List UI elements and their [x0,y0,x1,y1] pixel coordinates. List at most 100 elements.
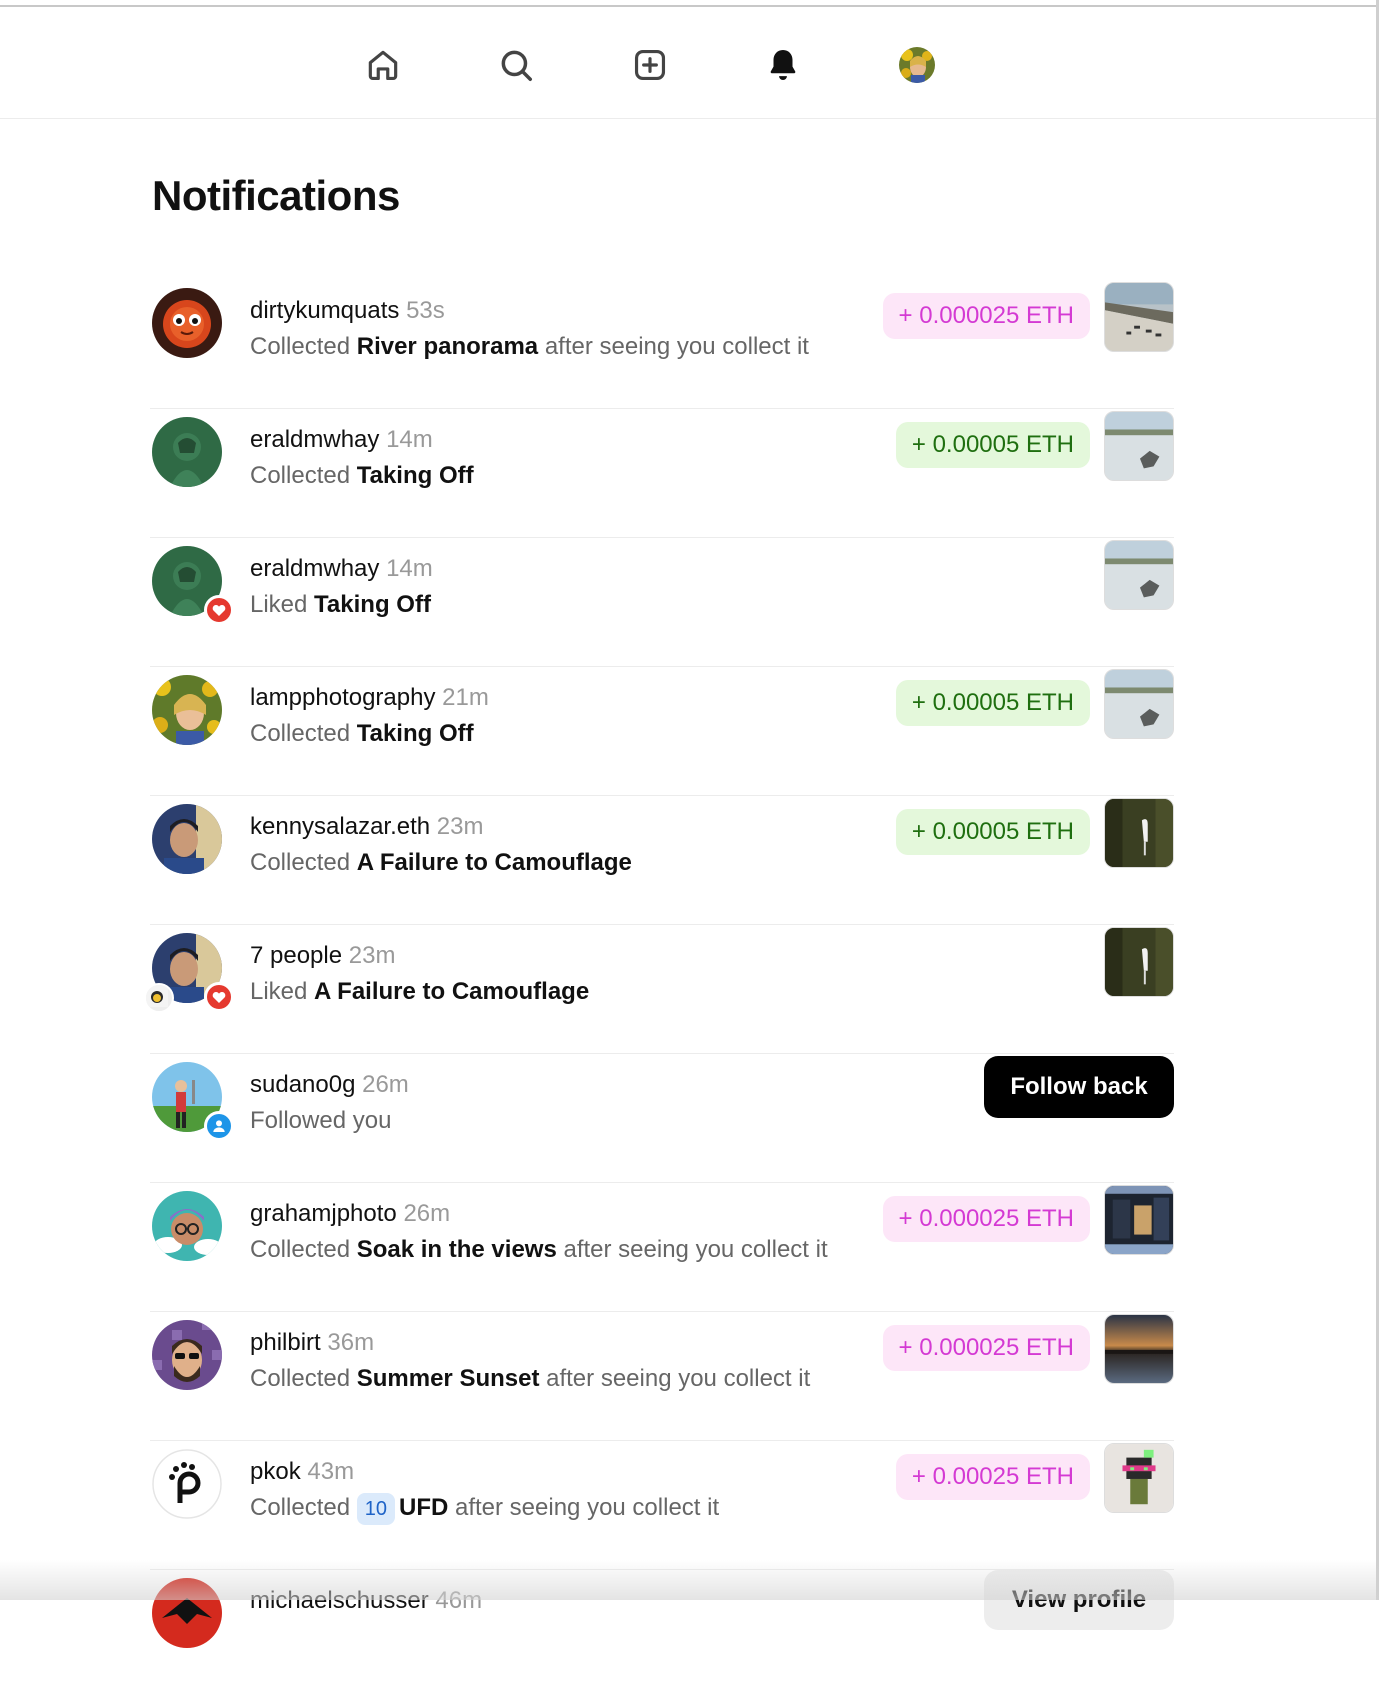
timestamp: 26m [403,1200,451,1227]
item-thumbnail[interactable] [1104,1185,1174,1255]
username[interactable]: philbirt [250,1329,321,1356]
username[interactable]: eraldmwhay [250,426,379,453]
like-badge [204,982,234,1012]
item-title[interactable]: Taking Off [357,720,474,747]
action-verb: Collected [250,1494,351,1521]
item-title[interactable]: Taking Off [357,462,474,489]
search-icon [501,50,532,81]
timestamp: 43m [307,1458,355,1485]
action-verb: Collected [250,1365,351,1392]
action-verb: Collected [250,333,351,360]
notification-row[interactable]: kennysalazar.eth 23m Collected A Failure… [150,796,1174,925]
notification-list: dirtykumquats 53s Collected River panora… [144,280,1174,1698]
username[interactable]: kennysalazar.eth [250,813,430,840]
username[interactable]: lampphotography [250,684,435,711]
follow-back-button[interactable]: Follow back [984,1056,1174,1118]
action-suffix: after seeing you collect it [454,1494,720,1521]
action-suffix: after seeing you collect it [546,1365,811,1392]
timestamp: 14m [386,426,433,453]
item-title[interactable]: River panorama [357,333,538,360]
item-thumbnail[interactable] [1104,669,1174,739]
notification-row[interactable]: eraldmwhay 14m Liked Taking Off [150,538,1174,667]
username[interactable]: 7 people [250,942,342,969]
eth-amount-badge: + 0.000025 ETH [882,1196,1090,1242]
item-title[interactable]: A Failure to Camouflage [357,849,632,876]
username[interactable]: eraldmwhay [250,555,379,582]
nav-profile[interactable] [895,43,939,87]
timestamp: 21m [442,684,489,711]
item-thumbnail[interactable] [1104,798,1174,868]
bell-icon [770,49,796,81]
username[interactable]: pkok [250,1458,301,1485]
username[interactable]: sudano0g [250,1071,355,1098]
heart-icon [212,605,226,616]
action-verb: Liked [250,591,308,618]
notification-row[interactable]: grahamjphoto 26m Collected Soak in the v… [150,1183,1174,1312]
nav-home[interactable] [361,43,405,87]
username[interactable]: grahamjphoto [250,1200,397,1227]
action-verb: Collected [250,1236,351,1263]
timestamp: 26m [362,1071,409,1098]
action-verb: Collected [250,849,351,876]
timestamp: 14m [386,555,433,582]
heart-icon [212,992,226,1003]
item-title[interactable]: UFD [399,1494,448,1521]
timestamp: 23m [348,942,396,969]
avatar[interactable] [152,417,222,487]
like-badge [204,595,234,625]
avatar[interactable] [152,1191,222,1261]
avatar [899,47,935,83]
action-suffix: after seeing you collect it [563,1236,828,1263]
eth-amount-badge: + 0.00005 ETH [895,809,1090,855]
item-title[interactable]: Summer Sunset [357,1365,540,1392]
secondary-avatar [144,983,174,1013]
action-suffix: after seeing you collect it [544,333,809,360]
action-verb: Liked [250,978,308,1005]
item-thumbnail[interactable] [1104,1443,1174,1513]
item-title[interactable]: A Failure to Camouflage [314,978,589,1005]
timestamp: 53s [406,297,445,324]
item-thumbnail[interactable] [1104,282,1174,352]
eth-amount-badge: + 0.00025 ETH [895,1454,1090,1500]
item-title[interactable]: Soak in the views [357,1236,557,1263]
avatar[interactable] [152,675,222,745]
notification-row[interactable]: 7 people 23m Liked A Failure to Camoufla… [144,925,1174,1054]
eth-amount-badge: + 0.000025 ETH [882,293,1090,339]
avatar[interactable] [152,1320,222,1390]
username[interactable]: dirtykumquats [250,297,399,324]
notification-row[interactable]: dirtykumquats 53s Collected River panora… [150,280,1174,409]
avatar[interactable] [152,1449,222,1519]
edition-count-chip: 10 [356,1493,395,1525]
item-title[interactable]: Taking Off [314,591,431,618]
item-thumbnail[interactable] [1104,1314,1174,1384]
item-thumbnail[interactable] [1104,540,1174,610]
action-verb: Collected [250,720,351,747]
nav-search[interactable] [494,43,538,87]
eth-amount-badge: + 0.000025 ETH [882,1325,1090,1371]
action-verb: Followed you [250,1107,392,1134]
top-nav [0,7,1376,119]
window-top-edge [0,0,1379,7]
action-verb: Collected [250,462,351,489]
nav-notifications[interactable] [761,43,805,87]
eth-amount-badge: + 0.00005 ETH [895,422,1090,468]
page-title: Notifications [152,172,400,219]
follow-badge [204,1111,234,1141]
plus-square-icon [634,49,666,81]
timestamp: 23m [436,813,484,840]
avatar[interactable] [152,288,222,358]
avatar[interactable] [152,804,222,874]
notification-row[interactable]: sudano0g 26m Followed you Follow back [150,1054,1174,1183]
item-thumbnail[interactable] [1104,411,1174,481]
eth-amount-badge: + 0.00005 ETH [895,680,1090,726]
nav-create[interactable] [628,43,672,87]
person-icon [213,1120,225,1132]
notification-row[interactable]: eraldmwhay 14m Collected Taking Off + 0.… [150,409,1174,538]
notification-row[interactable]: philbirt 36m Collected Summer Sunset aft… [150,1312,1174,1441]
notification-row[interactable]: pkok 43m Collected 10 UFD after seeing yo… [150,1441,1174,1570]
item-thumbnail[interactable] [1104,927,1174,997]
home-icon [368,50,398,81]
notification-row[interactable]: lampphotography 21m Collected Taking Off… [150,667,1174,796]
timestamp: 36m [327,1329,375,1356]
bottom-fade [0,1560,1379,1600]
